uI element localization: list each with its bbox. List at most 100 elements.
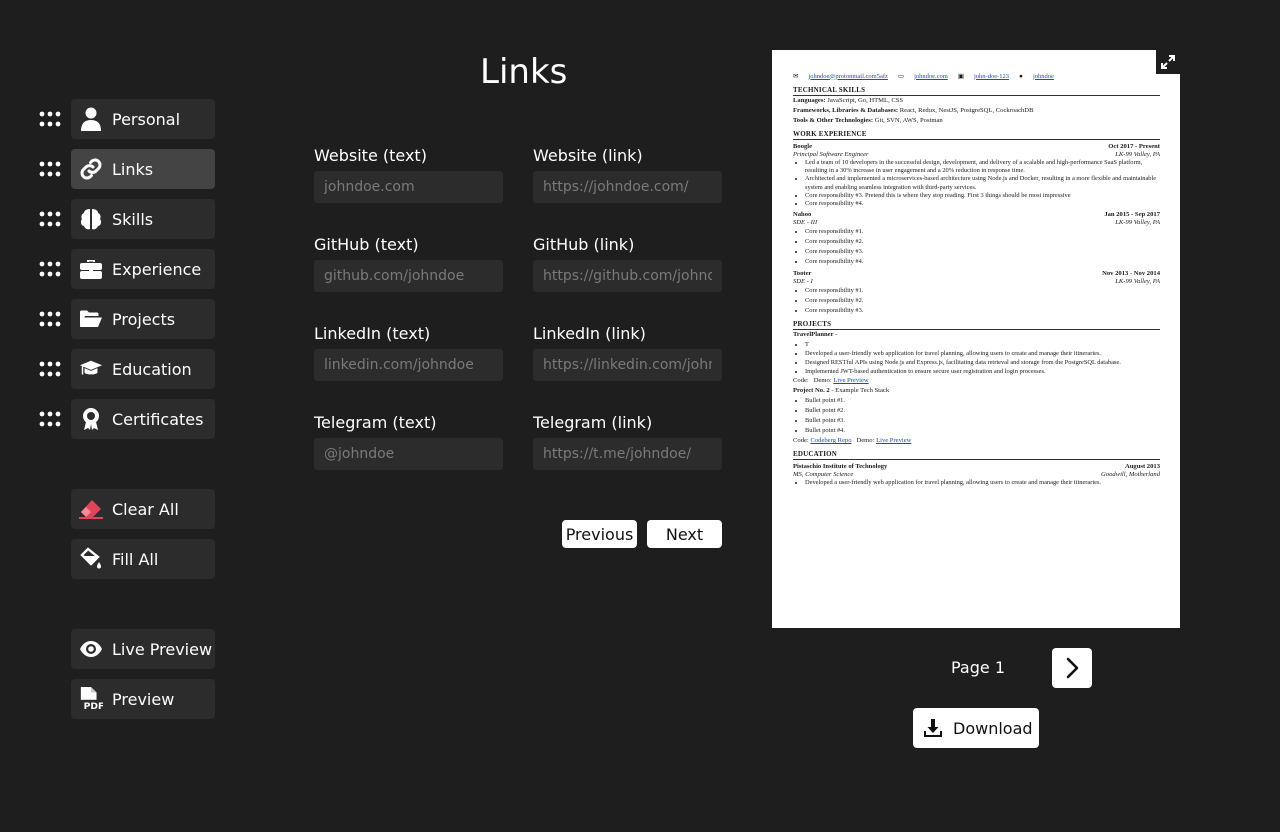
eye-icon bbox=[79, 637, 103, 661]
resume-skill-line: Languages: JavaScript, Go, HTML, CSS bbox=[793, 97, 904, 104]
expand-icon[interactable] bbox=[1156, 50, 1180, 74]
sidebar-item-label: Personal bbox=[112, 109, 181, 129]
resume-linkedin-link[interactable]: john-doe-123 bbox=[974, 73, 1009, 80]
sidebar-item-projects[interactable]: Projects bbox=[71, 299, 215, 339]
resume-website-link[interactable]: johndoe.com bbox=[914, 73, 948, 80]
sidebar-item-certificates[interactable]: Certificates bbox=[71, 399, 215, 439]
link-icon bbox=[79, 157, 103, 181]
sidebar-item-label: Skills bbox=[112, 209, 154, 229]
linkedin-text-input[interactable] bbox=[314, 349, 503, 381]
drag-handle-icon[interactable] bbox=[38, 307, 62, 331]
resume-project-links: Code: Demo: Live Preview bbox=[793, 377, 869, 385]
fill-all-button[interactable]: Fill All bbox=[71, 539, 215, 579]
resume-bullets: Bullet point #1. Bullet point #2. Bullet… bbox=[793, 396, 1160, 436]
page-indicator: Page 1 bbox=[951, 658, 1005, 677]
graduation-cap-icon bbox=[79, 357, 103, 381]
linkedin-icon: ▣ bbox=[957, 73, 964, 80]
page-title: Links bbox=[480, 52, 568, 92]
award-icon bbox=[79, 407, 103, 431]
drag-handle-icon[interactable] bbox=[38, 257, 62, 281]
fill-all-label: Fill All bbox=[112, 549, 159, 569]
sidebar-item-links[interactable]: Links bbox=[71, 149, 215, 189]
resume-section-heading: EDUCATION bbox=[793, 450, 1160, 461]
clear-all-button[interactable]: Clear All bbox=[71, 489, 215, 529]
sidebar-item-label: Education bbox=[112, 359, 192, 379]
linkedin-link-input[interactable] bbox=[533, 349, 722, 381]
sidebar-item-label: Links bbox=[112, 159, 154, 179]
resume-github-link[interactable]: johndoe bbox=[1033, 73, 1054, 80]
drag-handle-icon[interactable] bbox=[38, 107, 62, 131]
github-link-label: GitHub (link) bbox=[533, 235, 635, 254]
telegram-text-label: Telegram (text) bbox=[314, 413, 437, 432]
preview-button[interactable]: PDF Preview bbox=[71, 679, 215, 719]
resume-bullets: Core responsibility #1. Core responsibil… bbox=[793, 286, 1160, 316]
github-text-label: GitHub (text) bbox=[314, 235, 419, 254]
drag-handle-icon[interactable] bbox=[38, 357, 62, 381]
resume-bullets: Developed a user-friendly web applicatio… bbox=[793, 479, 1160, 488]
resume-bullets: T Developed a user-friendly web applicat… bbox=[793, 340, 1160, 376]
live-preview-label: Live Preview bbox=[112, 639, 213, 659]
resume-skill-line: Frameworks, Libraries & Databases: React… bbox=[793, 107, 1034, 114]
user-icon bbox=[79, 107, 103, 131]
briefcase-icon bbox=[79, 257, 103, 281]
download-label: Download bbox=[953, 718, 1033, 738]
next-page-button[interactable] bbox=[1052, 648, 1092, 688]
linkedin-text-label: LinkedIn (text) bbox=[314, 324, 431, 343]
resume-bullets: Led a team of 10 developers in the succe… bbox=[793, 159, 1160, 208]
github-icon: ● bbox=[1019, 72, 1023, 80]
website-link-input[interactable] bbox=[533, 171, 722, 203]
telegram-link-input[interactable] bbox=[533, 438, 722, 470]
resume-bullets: Core responsibility #1. Core responsibil… bbox=[793, 227, 1160, 267]
clear-all-label: Clear All bbox=[112, 499, 179, 519]
resume-job-header: Boogle Oct 2017 - Present bbox=[793, 143, 1160, 150]
resume-school-header: Pistaschio Institute of Technology August… bbox=[793, 463, 1160, 471]
website-text-input[interactable] bbox=[314, 171, 503, 203]
resume-preview: ✉ johndoe@protonmail.com5afz ▭ johndoe.com… bbox=[772, 50, 1180, 628]
svg-text:PDF: PDF bbox=[84, 701, 103, 712]
resume-school-subheader: MS, Computer Science Goodwill, Motherland bbox=[793, 471, 1160, 479]
sidebar-row-links: Links bbox=[38, 149, 215, 189]
drag-handle-icon[interactable] bbox=[38, 207, 62, 231]
paint-bucket-icon bbox=[79, 547, 103, 571]
live-preview-button[interactable]: Live Preview bbox=[71, 629, 215, 669]
sidebar-item-education[interactable]: Education bbox=[71, 349, 215, 389]
resume-job-subheader: Principal Software Engineer LK-99 Valley,… bbox=[793, 151, 1160, 158]
resume-section-heading: PROJECTS bbox=[793, 320, 1160, 331]
folder-open-icon bbox=[79, 307, 103, 331]
sidebar-row-education: Education bbox=[38, 349, 215, 389]
resume-job-subheader: SDE - III LK-99 Valley, PA bbox=[793, 219, 1160, 227]
telegram-text-input[interactable] bbox=[314, 438, 503, 470]
resume-skill-line: Tools & Other Technologies: Git, SVN, AW… bbox=[793, 117, 943, 124]
github-link-input[interactable] bbox=[533, 260, 722, 292]
file-pdf-icon: PDF bbox=[79, 687, 103, 712]
resume-codeberg-link[interactable]: Codeberg Repo bbox=[810, 437, 851, 444]
resume-email-link[interactable]: johndoe@protonmail.com5afz bbox=[808, 73, 887, 80]
sidebar-item-personal[interactable]: Personal bbox=[71, 99, 215, 139]
sidebar-row-experience: Experience bbox=[38, 249, 215, 289]
brain-icon bbox=[79, 207, 103, 231]
github-text-input[interactable] bbox=[314, 260, 503, 292]
sidebar-item-label: Certificates bbox=[112, 409, 204, 429]
resume-job-header: Tooter Nov 2013 - Nov 2014 bbox=[793, 270, 1160, 278]
telegram-link-label: Telegram (link) bbox=[533, 413, 653, 432]
drag-handle-icon[interactable] bbox=[38, 407, 62, 431]
sidebar-row-personal: Personal bbox=[38, 99, 215, 139]
eraser-icon bbox=[79, 497, 103, 521]
resume-job-subheader: SDE - I LK-99 Valley, PA bbox=[793, 278, 1160, 286]
sidebar-item-experience[interactable]: Experience bbox=[71, 249, 215, 289]
resume-section-heading: WORK EXPERIENCE bbox=[793, 130, 1160, 140]
drag-handle-icon[interactable] bbox=[38, 157, 62, 181]
resume-project-title: TravelPlanner - bbox=[793, 331, 838, 339]
sidebar-item-label: Experience bbox=[112, 259, 202, 279]
next-button[interactable]: Next bbox=[647, 520, 722, 548]
previous-button[interactable]: Previous bbox=[562, 520, 637, 548]
sidebar-item-skills[interactable]: Skills bbox=[71, 199, 215, 239]
website-link-label: Website (link) bbox=[533, 146, 643, 165]
resume-live-preview-link[interactable]: Live Preview bbox=[833, 377, 868, 384]
download-icon bbox=[923, 718, 943, 738]
resume-project-links: Code: Codeberg Repo Demo: Live Preview bbox=[793, 437, 912, 445]
resume-project-title: Project No. 2 - Example Tech Stack bbox=[793, 387, 890, 395]
download-button[interactable]: Download bbox=[913, 708, 1039, 748]
globe-icon: ▭ bbox=[897, 73, 905, 80]
resume-live-preview-link[interactable]: Live Preview bbox=[876, 437, 911, 444]
